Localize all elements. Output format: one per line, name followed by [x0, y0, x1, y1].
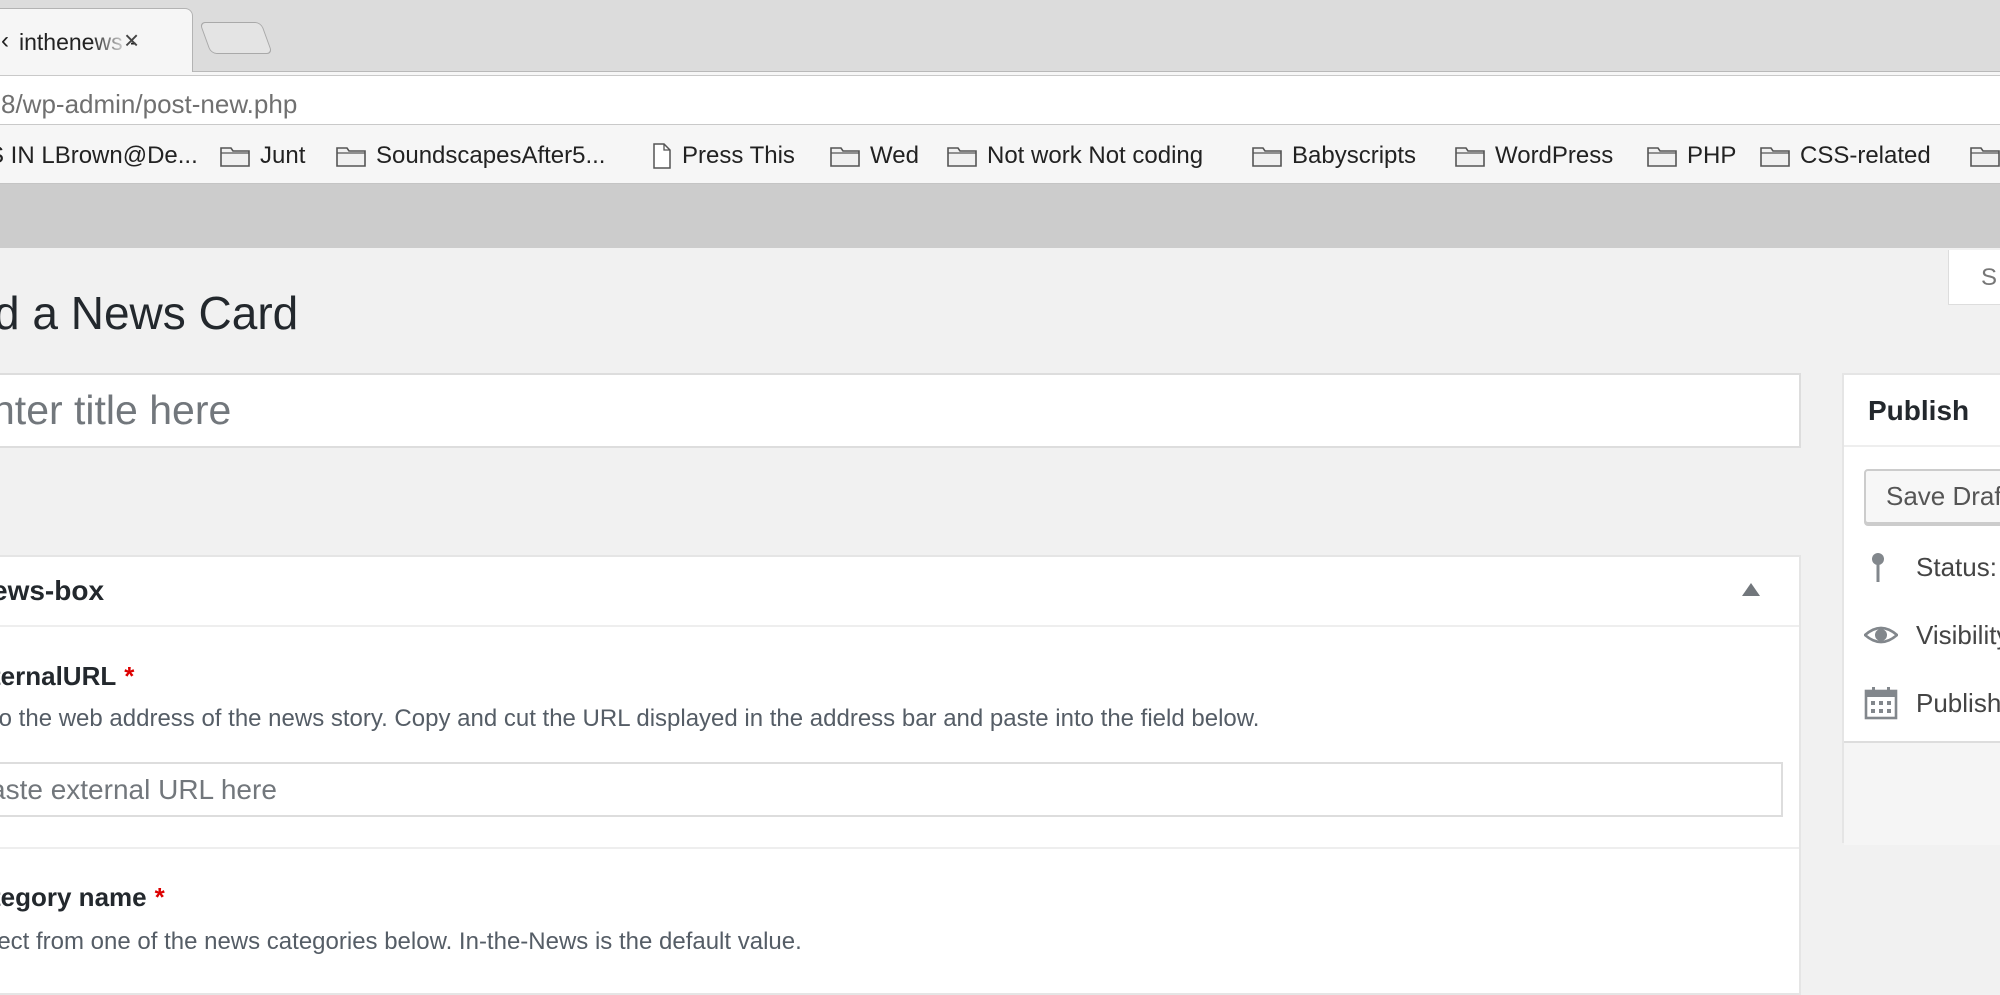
- publish-metabox: Publish Save Draft Status: Visibility Pu…: [1842, 373, 2000, 845]
- page-title: d a News Card: [0, 287, 299, 339]
- external-url-description: to the web address of the news story. Co…: [0, 705, 1260, 732]
- address-bar[interactable]: 8/wp-admin/post-new.php: [0, 75, 2000, 125]
- bookmark-label: S IN LBrown@De...: [0, 142, 198, 169]
- bookmark-folder[interactable]: Not work Not coding: [947, 140, 1203, 172]
- bookmark-folder[interactable]: Babyscripts: [1252, 140, 1416, 172]
- category-name-description: lect from one of the news categories bel…: [0, 928, 802, 955]
- required-marker: *: [124, 661, 135, 691]
- metabox-title: ews-box: [0, 575, 105, 606]
- bookmark-folder[interactable]: Wed: [830, 140, 919, 172]
- category-name-label: tegory name *: [0, 882, 165, 913]
- page-icon: [652, 143, 672, 169]
- bookmark-label: Babyscripts: [1292, 142, 1417, 169]
- required-marker: *: [154, 882, 165, 912]
- status-row: Status:: [1864, 547, 1997, 587]
- bookmark-label: SoundscapesAfter5...: [376, 142, 606, 169]
- tab-back-glyph: ‹: [1, 27, 9, 54]
- post-title-input[interactable]: [0, 373, 1801, 448]
- bookmark-folder[interactable]: SoundscapesAfter5...: [336, 140, 605, 172]
- folder-icon: [830, 145, 860, 167]
- metabox-header[interactable]: ews-box: [0, 557, 1799, 627]
- field-label-text: ternalURL: [0, 661, 117, 691]
- external-url-label: ternalURL *: [0, 661, 134, 692]
- field-label-text: tegory name: [0, 882, 147, 912]
- bookmark-folder[interactable]: CSS-related: [1760, 140, 1931, 172]
- folder-icon: [1252, 145, 1282, 167]
- screen-options-label: S: [1981, 264, 1998, 291]
- bookmark-folder[interactable]: PHP: [1647, 140, 1736, 172]
- bookmark-label: WordPress: [1495, 142, 1614, 169]
- bookmark-folder[interactable]: WordPress: [1455, 140, 1613, 172]
- publish-header[interactable]: Publish: [1844, 375, 2000, 447]
- folder-icon: [1970, 145, 2000, 167]
- bookmarks-bar: S IN LBrown@De... Junt SoundscapesAfter5…: [0, 126, 2000, 184]
- visibility-label: Visibility: [1916, 619, 2000, 650]
- bookmark-label: Junt: [260, 142, 306, 169]
- address-url: 8/wp-admin/post-new.php: [1, 89, 298, 119]
- bookmark-folder[interactable]: Junt: [220, 140, 305, 172]
- bookmark-label: Press This: [682, 142, 795, 169]
- publish-date-row: Publish: [1864, 683, 2000, 723]
- folder-icon: [1455, 145, 1485, 167]
- visibility-row: Visibility: [1863, 615, 2000, 655]
- bookmark-folder[interactable]: [1970, 140, 2000, 172]
- wp-admin-bar: [0, 184, 2000, 248]
- bookmark-label: PHP: [1687, 142, 1737, 169]
- folder-icon: [1647, 145, 1677, 167]
- folder-icon: [336, 145, 366, 167]
- tab-close-icon[interactable]: ×: [124, 25, 139, 55]
- news-box-metabox: ews-box ternalURL * to the web address of…: [0, 555, 1801, 995]
- screen-options-tab[interactable]: S: [1948, 250, 2000, 305]
- publish-date-label: Publish: [1916, 687, 2000, 718]
- bookmark-label: CSS-related: [1800, 142, 1931, 169]
- browser-toolbar: 8/wp-admin/post-new.php: [0, 72, 2000, 126]
- folder-icon: [947, 145, 977, 167]
- publish-title: Publish: [1868, 395, 1970, 426]
- browser-tabstrip: ‹ inthenews - ×: [0, 0, 2000, 73]
- folder-icon: [1760, 145, 1790, 167]
- save-draft-button[interactable]: Save Draft: [1864, 469, 2000, 524]
- pin-icon: [1864, 550, 1898, 584]
- eye-icon: [1863, 618, 1899, 652]
- field-divider: [0, 847, 1799, 849]
- calendar-icon: [1864, 686, 1898, 720]
- bookmark-label: Not work Not coding: [987, 142, 1204, 169]
- publish-footer: [1844, 741, 2000, 845]
- bookmark-label: Wed: [870, 142, 919, 169]
- bookmark-page[interactable]: Press This: [652, 140, 795, 172]
- collapse-toggle-icon[interactable]: [1742, 583, 1760, 596]
- folder-icon: [220, 145, 250, 167]
- browser-tab-active[interactable]: ‹ inthenews - ×: [0, 8, 193, 73]
- external-url-input[interactable]: [0, 762, 1783, 817]
- status-label: Status:: [1916, 551, 1997, 582]
- bookmark-folder[interactable]: S IN LBrown@De...: [0, 140, 198, 172]
- new-tab-button[interactable]: [199, 22, 273, 54]
